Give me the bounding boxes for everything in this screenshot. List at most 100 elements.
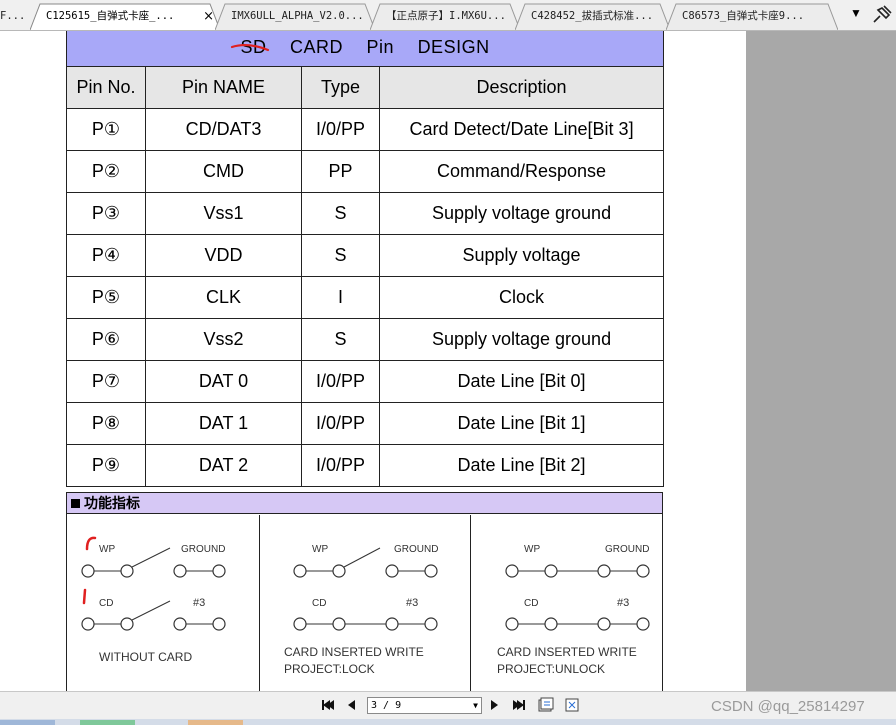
pin-description: Date Line [Bit 0] [378,360,665,403]
close-tab-icon[interactable]: × [203,3,214,30]
pin-name: Vss2 [145,318,302,361]
table-row: P⑨ DAT 2 I/0/PP Date Line [Bit 2] [66,444,665,487]
pin3-label: #3 [617,597,629,609]
previous-page-icon[interactable] [345,698,357,712]
pin-name: CLK [145,276,302,319]
red-mark-annotation [82,588,87,605]
first-page-icon[interactable] [320,698,336,712]
cd-label: CD [99,598,113,609]
pin-name: CD/DAT3 [145,108,302,151]
pin-name: DAT 0 [145,360,302,403]
pin-panel-icon[interactable] [871,3,893,25]
sd-card-pin-table: SD CARD Pin DESIGN Pin No. Pin NAME Type… [65,31,665,487]
pin-type: S [301,192,380,235]
title-word: CARD [290,36,344,57]
pin-type: I/0/PP [301,444,380,487]
csdn-watermark: CSDN @qq_25814297 [711,698,865,715]
pin-description: Date Line [Bit 2] [378,444,665,487]
switch-diagram: WP GROUND CD #3 CARD INSERTED WRITE PROJ… [284,544,438,676]
pin3-label: #3 [193,597,205,609]
tab-2-active[interactable]: C125615_自弹式卡座_... × [30,3,220,30]
switch-panel-without-card: WP GROUND CD #3 WITHOUT CARD [67,515,260,691]
pdf-page: SD CARD Pin DESIGN Pin No. Pin NAME Type… [0,31,746,691]
pin-type: I/0/PP [301,402,380,445]
table-row: P① CD/DAT3 I/0/PP Card Detect/Date Line[Bit… [66,108,665,151]
pin-description: Supply voltage [378,234,665,277]
function-spec-box: 功能指标 WP GROUND CD #3 WITHOUT CARD WP GRO… [66,492,663,691]
square-bullet-icon [71,499,80,508]
title-word: DESIGN [417,36,490,57]
table-title: SD CARD Pin DESIGN [65,31,665,67]
pin-description: Supply voltage ground [378,318,665,361]
table-row: P④ VDD S Supply voltage [66,234,665,277]
tab-6-label: C86573_自弹式卡座9... [682,10,805,22]
dropdown-arrow-icon: ▼ [473,701,478,710]
pin-description: Command/Response [378,150,665,193]
cd-label: CD [524,598,538,609]
taskbar-item[interactable] [188,720,243,725]
panel-caption: WITHOUT CARD [99,650,192,664]
taskbar-item[interactable] [0,720,55,725]
view-pages-icon[interactable] [537,696,555,714]
table-header-row: Pin No. Pin NAME Type Description [66,66,665,109]
pin-name: VDD [145,234,302,277]
pin-number: P⑧ [66,402,146,445]
tab-3[interactable]: IMX6ULL_ALPHA_V2.0... [215,3,375,30]
pin-name: DAT 1 [145,402,302,445]
column-header: Type [301,66,380,109]
switch-diagram: WP GROUND CD #3 CARD INSERTED WRITE PROJ… [497,544,650,676]
tab-2-label: C125615_自弹式卡座_... [46,10,175,22]
tab-5-label: C428452_拔插式标准... [531,10,654,22]
page-number-select[interactable]: 3 / 9 ▼ [367,697,482,714]
pin-description: Supply voltage ground [378,192,665,235]
panel-caption-2: PROJECT:UNLOCK [497,662,605,676]
pin-type: PP [301,150,380,193]
pin-number: P⑤ [66,276,146,319]
fit-page-icon[interactable] [563,696,581,714]
table-row: P③ Vss1 S Supply voltage ground [66,192,665,235]
taskbar-strip [0,719,896,725]
pin-number: P① [66,108,146,151]
ground-label: GROUND [181,544,225,555]
panel-caption-2: PROJECT:LOCK [284,662,375,676]
pin-description: Date Line [Bit 1] [378,402,665,445]
switch-diagram: WP GROUND CD #3 WITHOUT CARD [81,536,226,664]
table-row: P⑥ Vss2 S Supply voltage ground [66,318,665,361]
pin-name: Vss1 [145,192,302,235]
function-spec-title: 功能指标 [84,495,140,511]
tab-1[interactable]: F... [0,3,28,30]
switch-panel-write-unlock: WP GROUND CD #3 CARD INSERTED WRITE PROJ… [471,515,664,691]
tab-4-label: 【正点原子】I.MX6U... [386,10,506,22]
table-row: P⑦ DAT 0 I/0/PP Date Line [Bit 0] [66,360,665,403]
table-row: P⑧ DAT 1 I/0/PP Date Line [Bit 1] [66,402,665,445]
tab-3-label: IMX6ULL_ALPHA_V2.0... [231,10,364,22]
taskbar-item[interactable] [80,720,135,725]
table-row: P⑤ CLK I Clock [66,276,665,319]
wp-label: WP [524,544,540,555]
wp-label: WP [312,544,328,555]
pin-description: Clock [378,276,665,319]
panel-caption: CARD INSERTED WRITE [284,645,424,659]
tab-6[interactable]: C86573_自弹式卡座9... [666,3,838,30]
pin-description: Card Detect/Date Line[Bit 3] [378,108,665,151]
tab-4[interactable]: 【正点原子】I.MX6U... [370,3,520,30]
column-header: Description [378,66,665,109]
last-page-icon[interactable] [511,698,527,712]
ground-label: GROUND [605,544,649,555]
pin-number: P⑦ [66,360,146,403]
pin-number: P③ [66,192,146,235]
tab-list-dropdown-icon[interactable]: ▼ [850,6,862,20]
panel-caption: CARD INSERTED WRITE [497,645,637,659]
ground-label: GROUND [394,544,438,555]
cd-label: CD [312,598,326,609]
document-tab-bar: F... C125615_自弹式卡座_... × IMX6ULL_ALPHA_V… [0,0,896,31]
table-title-row: SD CARD Pin DESIGN [65,31,665,67]
pin-type: S [301,234,380,277]
tab-5[interactable]: C428452_拔插式标准... [515,3,670,30]
title-word: Pin [366,36,395,57]
pin-number: P② [66,150,146,193]
next-page-icon[interactable] [489,698,501,712]
pin3-label: #3 [406,597,418,609]
wp-label: WP [99,544,115,555]
page-number-value: 3 / 9 [371,700,402,711]
